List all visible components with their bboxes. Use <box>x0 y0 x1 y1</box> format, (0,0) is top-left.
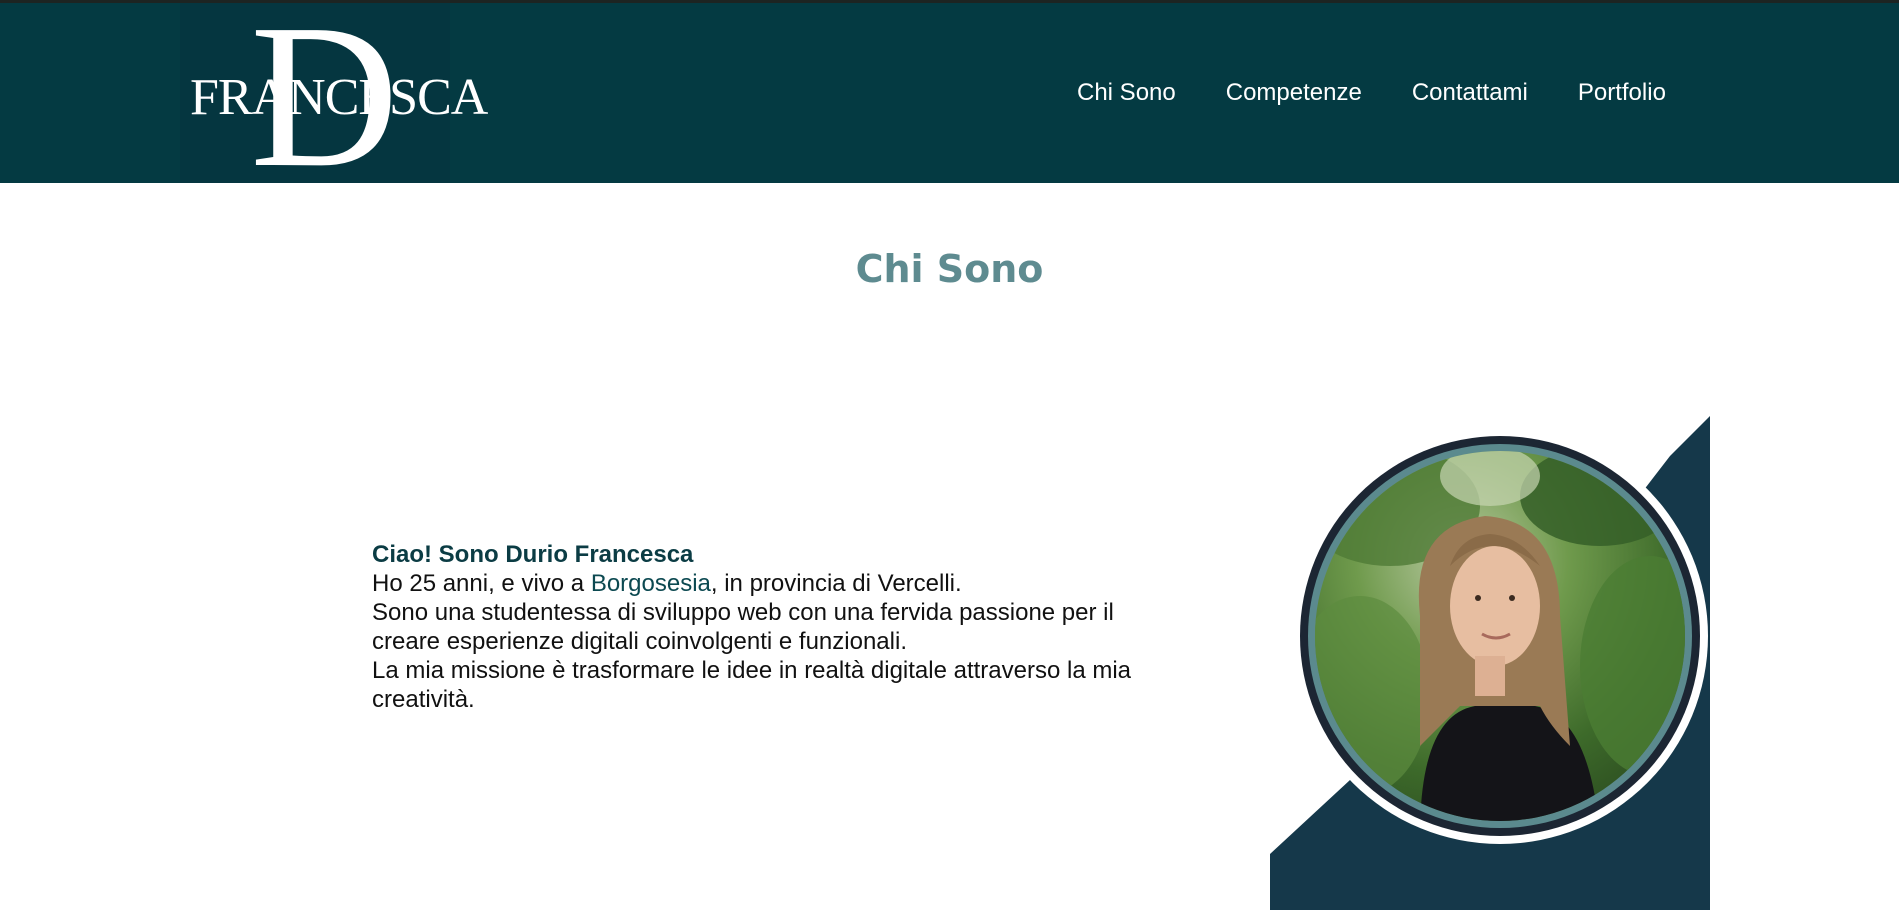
intro-line-1-end: , in provincia di Vercelli. <box>710 570 962 597</box>
site-header: D FRANCESCA Chi Sono Competenze Contatta… <box>0 0 1899 199</box>
town-link[interactable]: Borgosesia <box>591 570 711 597</box>
nav-link-contattami[interactable]: Contattami <box>1412 79 1528 107</box>
main-nav: Chi Sono Competenze Contattami Portfolio <box>1077 79 1666 107</box>
profile-photo-graphic <box>1270 416 1710 910</box>
intro-line-1-start: Ho 25 anni, e vivo a <box>372 570 591 597</box>
site-logo[interactable]: D FRANCESCA <box>180 0 488 199</box>
intro-line-1: Ho 25 anni, e vivo a Borgosesia, in prov… <box>372 569 1132 598</box>
logo-text: FRANCESCA <box>190 69 488 126</box>
page-title: Chi Sono <box>855 247 1044 291</box>
nav-link-chi-sono[interactable]: Chi Sono <box>1077 79 1176 107</box>
profile-photo-block <box>1270 416 1710 910</box>
intro-greeting: Ciao! Sono Durio Francesca <box>372 541 694 568</box>
nav-link-competenze[interactable]: Competenze <box>1226 79 1362 107</box>
intro-line-2: Sono una studentessa di sviluppo web con… <box>372 599 1114 655</box>
intro-text: Ciao! Sono Durio Francesca Ho 25 anni, e… <box>372 540 1132 714</box>
nav-link-portfolio[interactable]: Portfolio <box>1578 79 1666 107</box>
intro-line-3: La mia missione è trasformare le idee in… <box>372 657 1132 713</box>
